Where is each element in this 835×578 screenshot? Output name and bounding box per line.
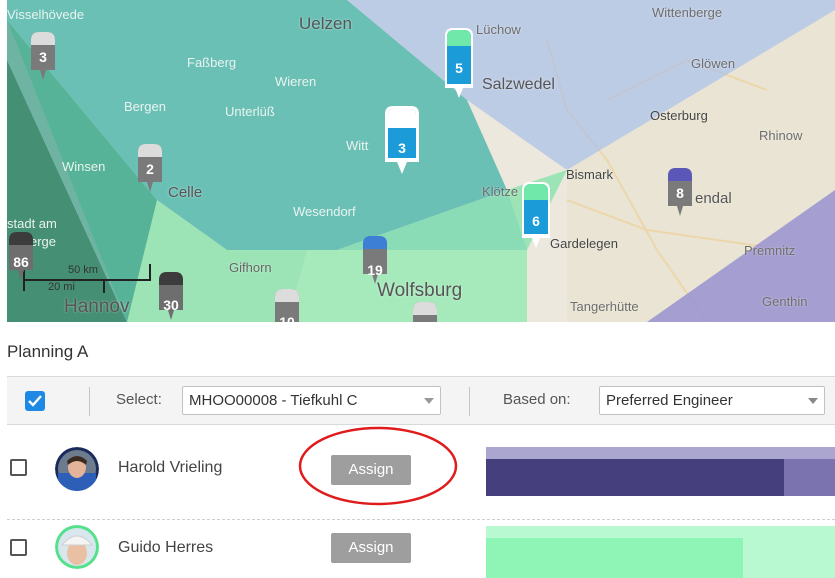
place-label: Winsen	[62, 159, 106, 174]
map-pin[interactable]: 3	[383, 104, 419, 174]
map-pin[interactable]: 6	[520, 180, 552, 248]
map-view[interactable]: Visselhövede Uelzen Lüchow Wittenberge F…	[7, 0, 835, 322]
based-on-select[interactable]: Preferred Engineer	[599, 386, 825, 415]
toolbar-divider	[469, 387, 470, 416]
schedule-bar[interactable]	[486, 538, 743, 578]
chevron-down-icon	[808, 398, 818, 404]
place-label: Gifhorn	[229, 260, 272, 275]
place-label: Wieren	[275, 74, 317, 89]
place-label: Tangerhütte	[570, 299, 639, 314]
checkmark-icon	[28, 395, 42, 407]
avatar	[55, 525, 99, 569]
schedule-bar[interactable]	[486, 459, 784, 496]
map-pin[interactable]: 8	[664, 164, 696, 220]
select-all-checkbox[interactable]	[25, 391, 45, 411]
engineer-row: Guido Herres Assign	[7, 518, 835, 578]
row-checkbox[interactable]	[10, 459, 27, 476]
engineer-name: Guido Herres	[118, 539, 214, 556]
place-label: Bergen	[124, 99, 166, 114]
schedule-bar-background	[486, 526, 835, 538]
schedule-bar-segment[interactable]	[784, 459, 835, 496]
place-label: Glöwen	[691, 56, 736, 71]
planning-title: Planning A	[7, 342, 89, 361]
place-label: Witt	[346, 138, 369, 153]
pin-count: 8	[676, 185, 684, 201]
engineer-name: Harold Vrieling	[118, 459, 223, 476]
map-pin[interactable]: 5	[443, 26, 475, 98]
pin-count: 30	[163, 297, 179, 313]
pin-count: 2	[146, 161, 154, 177]
place-label: endal	[695, 190, 732, 207]
place-label: Genthin	[762, 294, 808, 309]
map-pin-partial[interactable]	[409, 298, 441, 322]
pin-count: 19	[367, 262, 383, 278]
place-label: Klötze	[482, 184, 519, 199]
map-pin[interactable]: 19	[359, 232, 391, 288]
pin-count: 6	[532, 213, 540, 229]
map-scale-bar: 50 km 20 mi	[21, 262, 171, 302]
place-label: Faßberg	[187, 55, 237, 70]
based-on-select-value: Preferred Engineer	[606, 392, 733, 409]
toolbar-divider	[89, 387, 90, 416]
place-label: Osterburg	[650, 108, 708, 123]
schedule-bar-segment[interactable]	[743, 538, 835, 578]
select-label: Select:	[116, 391, 162, 408]
map-pin[interactable]: 2	[134, 140, 166, 196]
place-label: Bismark	[566, 167, 613, 182]
pin-count: 86	[13, 254, 29, 270]
map-pin[interactable]: 86	[7, 228, 37, 284]
order-select-value: MHOO00008 - Tiefkuhl C	[189, 392, 358, 409]
place-label: Unterlüß	[225, 104, 275, 119]
schedule-bar-background	[486, 447, 835, 459]
order-select[interactable]: MHOO00008 - Tiefkuhl C	[182, 386, 441, 415]
scale-mi-label: 20 mi	[48, 281, 75, 293]
place-label: Wittenberge	[652, 5, 723, 20]
place-label: Uelzen	[299, 14, 352, 33]
place-label: Celle	[168, 184, 203, 201]
chevron-down-icon	[424, 398, 434, 404]
map-pin[interactable]: 3	[27, 28, 59, 84]
avatar	[55, 447, 99, 491]
annotation-circle	[298, 426, 458, 506]
planning-toolbar: Select: MHOO00008 - Tiefkuhl C Based on:…	[7, 376, 835, 425]
assign-button[interactable]: Assign	[331, 533, 411, 563]
scale-km-label: 50 km	[68, 264, 98, 276]
place-label: Visselhövede	[7, 7, 85, 22]
pin-count: 5	[455, 60, 463, 76]
map-pin[interactable]: 10	[271, 285, 303, 322]
pin-count: 3	[39, 49, 47, 65]
place-label: Rhinow	[759, 128, 803, 143]
place-label: Wesendorf	[293, 204, 356, 219]
place-label: Lüchow	[476, 22, 521, 37]
place-label: Gardelegen	[550, 236, 618, 251]
row-checkbox[interactable]	[10, 539, 27, 556]
pin-count: 3	[398, 140, 406, 156]
place-label: Premnitz	[744, 243, 796, 258]
place-label: Salzwedel	[482, 76, 555, 93]
pin-count: 10	[279, 314, 295, 322]
map-pin[interactable]: 30	[155, 268, 187, 322]
based-on-label: Based on:	[503, 391, 571, 408]
